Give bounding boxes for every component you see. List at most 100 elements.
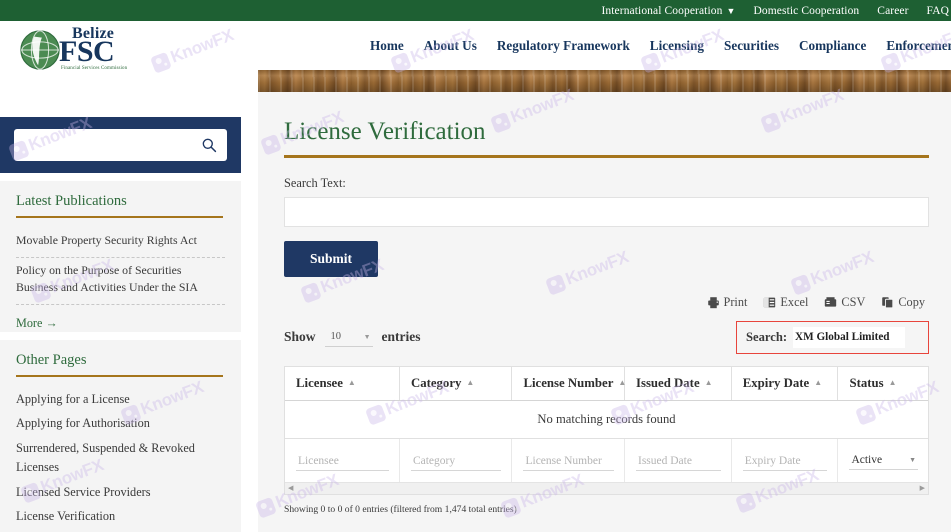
filter-input-licensee[interactable] [296,452,389,471]
filter-input-expiry-date[interactable] [742,452,828,471]
sidebar-item-surrendered-suspended-revoked-licenses[interactable]: Surrendered, Suspended & Revoked License… [16,436,225,480]
sidebar-latest-publications: Latest Publications Movable Property Sec… [0,181,241,332]
topbar-label: International Cooperation [601,4,723,17]
column-header-status[interactable]: Status ▲ [837,366,928,401]
nav-item-licensing[interactable]: Licensing [640,38,714,54]
chevron-down-icon: ▼ [909,455,916,464]
chevron-down-icon: ▼ [726,6,736,16]
column-header-category[interactable]: Category ▲ [399,366,513,401]
filter-input-license-number[interactable] [523,452,614,471]
logo-subtitle: Financial Services Commission [61,66,128,71]
csv-label: CSV [841,294,866,309]
section-divider [16,375,223,377]
scroll-left-icon[interactable]: ◀ [288,484,293,492]
table-search-input[interactable] [793,326,906,348]
page-length-select[interactable]: 10 ▼ [324,328,373,347]
section-divider [16,216,223,218]
chevron-down-icon: ▼ [363,332,371,341]
excel-label: Excel [780,294,809,309]
nav-item-enforcement[interactable]: Enforcement [876,38,951,54]
export-buttons-row: Print Excel CSV Copy [284,295,929,310]
nav-item-compliance[interactable]: Compliance [789,38,876,54]
site-logo[interactable]: Belize FSC Financial Services Commission [19,25,199,71]
printer-icon [707,296,719,308]
submit-button[interactable]: Submit [284,240,379,277]
table-info-text: Showing 0 to 0 of 0 entries (filtered fr… [284,503,517,515]
topbar-item-international-cooperation[interactable]: International Cooperation ▼ [601,5,735,17]
print-label: Print [723,294,748,309]
nav-item-about-us[interactable]: About Us [414,38,487,54]
copy-label: Copy [898,294,925,309]
sidebar-search-block [0,117,241,173]
empty-message: No matching records found [285,400,928,439]
top-utility-bar: International Cooperation ▼ Domestic Coo… [0,0,951,21]
topbar-item-faq[interactable]: FAQ [927,5,949,17]
sidebar-item-applying-for-authorisation[interactable]: Applying for Authorisation [16,412,225,437]
publication-link-2[interactable]: Policy on the Purpose of Securities Busi… [16,258,225,305]
search-icon[interactable] [201,137,217,153]
column-label: Expiry Date [742,375,810,390]
filter-cell-license-number [511,438,625,482]
sidebar-section-title-latest-publications: Latest Publications [16,193,127,209]
csv-icon [825,296,837,307]
publication-link-1[interactable]: Movable Property Security Rights Act [16,228,225,258]
table-horizontal-scrollbar[interactable]: ◀ ▶ [285,481,928,494]
filter-input-category[interactable] [410,452,502,471]
more-publications-link[interactable]: More → [16,305,225,331]
main-content: License Verification Search Text: Submit… [258,92,951,532]
search-text-label: Search Text: [284,175,346,190]
table-controls-row: Show 10 ▼ entries Search: [284,320,929,354]
topbar-item-domestic-cooperation[interactable]: Domestic Cooperation [753,5,859,17]
copy-icon [882,296,894,308]
csv-button[interactable]: CSV [824,295,865,310]
nav-item-securities[interactable]: Securities [714,38,789,54]
entries-label: entries [381,329,421,344]
column-header-licensee[interactable]: Licensee ▲ [285,366,400,401]
globe-logo-icon [20,30,60,70]
license-table-container: Licensee ▲ Category ▲ License Number ▲ Issu… [284,365,929,495]
table-header-row: Licensee ▲ Category ▲ License Number ▲ Issu… [285,366,928,401]
filter-cell-status: Active ▼ [838,438,928,482]
main-navigation: Home About Us Regulatory Framework Licen… [360,21,951,71]
table-empty-row: No matching records found [285,400,928,439]
sidebar-item-license-verification[interactable]: License Verification [16,505,225,530]
page-banner-image [258,70,951,92]
status-value: Active [851,453,883,466]
sidebar: Latest Publications Movable Property Sec… [0,92,241,532]
filter-input-issued-date[interactable] [635,452,721,471]
excel-button[interactable]: Excel [763,295,808,310]
filter-cell-category [399,438,513,482]
filter-cell-expiry-date [731,438,839,482]
sort-ascending-icon: ▲ [888,377,897,387]
sidebar-other-pages: Other Pages Applying for a License Apply… [0,340,241,532]
filter-select-status[interactable]: Active ▼ [849,452,918,470]
page-length-value: 10 [330,331,342,342]
sidebar-section-title-other-pages: Other Pages [16,352,87,368]
sidebar-item-licensed-service-providers[interactable]: Licensed Service Providers [16,480,225,505]
table-filter-row: Active ▼ [285,438,928,482]
scroll-right-icon[interactable]: ▶ [920,484,925,492]
filter-cell-issued-date [624,438,732,482]
sidebar-search-input[interactable] [22,129,197,161]
sidebar-search-field[interactable] [14,129,227,161]
logo-fsc-text: FSC [59,35,115,68]
topbar-item-career[interactable]: Career [877,5,908,17]
title-divider [284,155,929,158]
column-label: Licensee [296,375,343,390]
sidebar-item-applying-for-a-license[interactable]: Applying for a License [16,387,225,412]
column-header-issued-date[interactable]: Issued Date ▲ [624,366,732,401]
print-button[interactable]: Print [707,294,748,310]
page-title: License Verification [284,118,486,145]
excel-icon [764,297,776,307]
column-label: Status [849,375,884,390]
license-table: Licensee ▲ Category ▲ License Number ▲ Issu… [285,366,928,482]
nav-item-home[interactable]: Home [360,38,414,54]
copy-button[interactable]: Copy [881,295,925,310]
column-label: License Number [523,375,614,390]
column-header-expiry-date[interactable]: Expiry Date ▲ [731,366,839,401]
column-label: Issued Date [635,375,700,390]
search-text-input[interactable] [284,196,929,227]
nav-item-regulatory-framework[interactable]: Regulatory Framework [487,38,640,54]
column-header-license-number[interactable]: License Number ▲ [511,366,626,401]
show-entries-control: Show 10 ▼ entries [284,328,421,347]
